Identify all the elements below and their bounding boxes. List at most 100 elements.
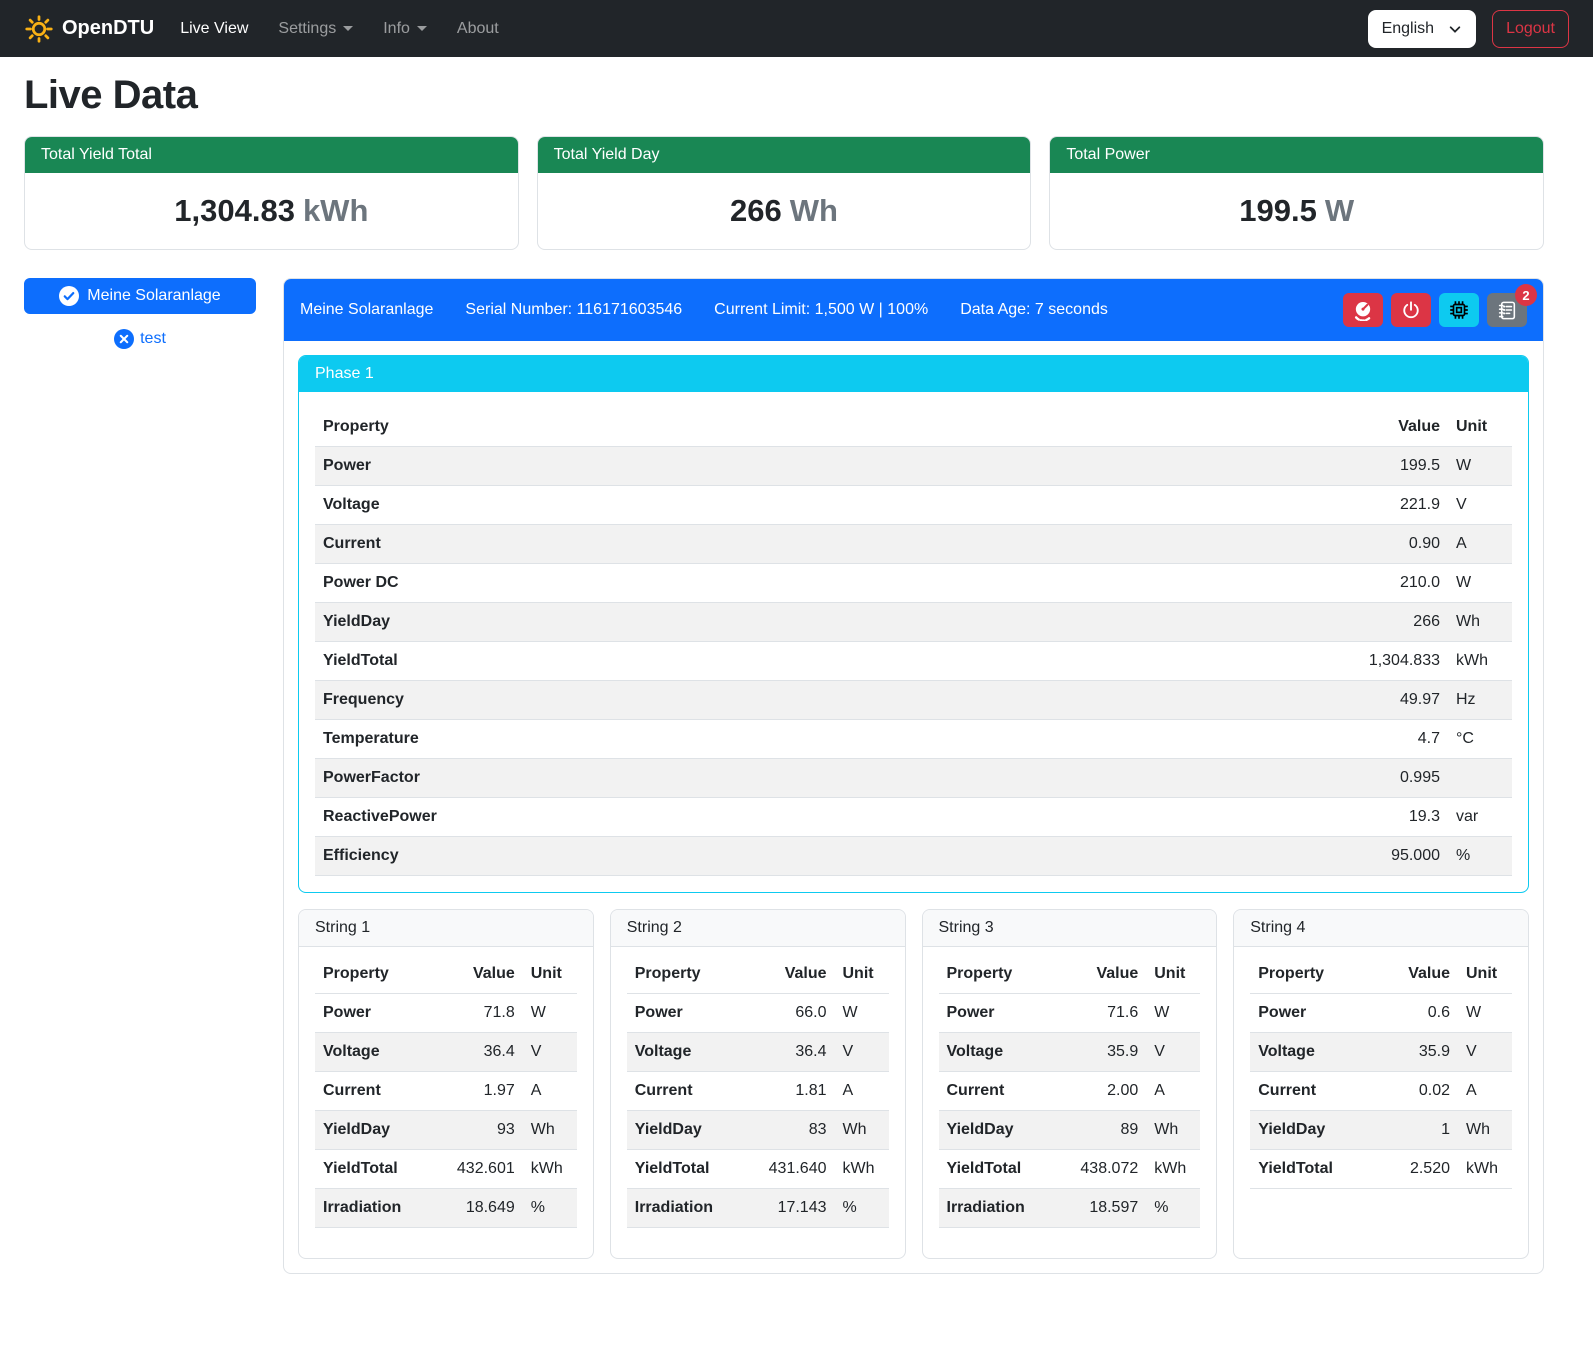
column-unit: Unit [1146,955,1200,994]
total-yield-total-unit: kWh [303,193,368,228]
card-total-yield-day: Total Yield Day 266Wh [537,136,1032,250]
check-circle-icon [59,286,79,306]
string-title: String 4 [1234,910,1528,947]
phase-body: Property Value Unit Power199.5WVoltage22… [299,392,1528,892]
table-row: YieldDay83Wh [627,1111,889,1150]
sidebar-item-label: Meine Solaranlage [87,287,220,305]
total-power-value: 199.5 [1239,193,1317,228]
column-property: Property [315,955,431,994]
card-body: 1,304.83kWh [25,173,518,249]
table-row: Voltage36.4V [627,1033,889,1072]
limit-settings-button[interactable] [1343,293,1383,327]
phase-table: Property Value Unit Power199.5WVoltage22… [315,408,1512,876]
language-select[interactable]: English [1368,10,1476,48]
table-row: Voltage221.9V [315,486,1512,525]
table-row: ReactivePower19.3var [315,798,1512,837]
column-value: Value [431,955,523,994]
table-row: Current2.00A [939,1072,1201,1111]
table-header-row: Property Value Unit [1250,955,1512,994]
table-header-row: Property Value Unit [627,955,889,994]
column-unit: Unit [1458,955,1512,994]
string-2-table: Property Value Unit Power66.0WVoltage36.… [627,955,889,1228]
card-body: 199.5W [1050,173,1543,249]
table-row: Current0.90A [315,525,1512,564]
page: OpenDTU Live View Settings Info About En… [0,0,1593,1274]
inverter-actions: 2 [1343,293,1527,327]
table-row: YieldDay93Wh [315,1111,577,1150]
power-button[interactable] [1391,293,1431,327]
inverter-name: Meine Solaranlage [300,301,433,319]
nav-live-view[interactable]: Live View [180,20,248,38]
power-icon [1401,300,1421,320]
summary-cards: Total Yield Total 1,304.83kWh Total Yiel… [24,136,1544,250]
table-row: Voltage35.9V [1250,1033,1512,1072]
column-unit: Unit [523,955,577,994]
column-value: Value [743,955,835,994]
nav-about[interactable]: About [457,20,499,38]
string-title: String 3 [923,910,1217,947]
main-container: Live Data Total Yield Total 1,304.83kWh … [24,73,1544,1274]
phase-card: Phase 1 Property Value Unit [298,355,1529,893]
sidebar-item-label: test [140,330,166,348]
string-4-card: String 4 Property Value Unit [1233,909,1529,1259]
phase-title: Phase 1 [299,356,1528,392]
page-title: Live Data [24,73,1544,118]
string-1-table: Property Value Unit Power71.8WVoltage36.… [315,955,577,1228]
column-value: Value [1366,955,1458,994]
language-value: English [1382,20,1434,38]
chevron-down-icon [417,26,427,31]
device-info-button[interactable] [1439,293,1479,327]
table-row: PowerFactor0.995 [315,759,1512,798]
string-4-table: Property Value Unit Power0.6WVoltage35.9… [1250,955,1512,1189]
string-title: String 2 [611,910,905,947]
table-header-row: Property Value Unit [315,955,577,994]
inverter-data-age: Data Age: 7 seconds [960,301,1108,319]
table-row: Irradiation18.649% [315,1189,577,1228]
nav-settings[interactable]: Settings [278,20,353,38]
inverter-panel: Meine Solaranlage Serial Number: 1161716… [283,278,1544,1274]
string-3-card: String 3 Property Value Unit [922,909,1218,1259]
table-row: YieldTotal1,304.833kWh [315,642,1512,681]
card-title: Total Yield Day [538,137,1031,173]
table-row: Current1.81A [627,1072,889,1111]
sidebar-item-meine-solaranlage[interactable]: Meine Solaranlage [24,278,256,314]
card-title: Total Power [1050,137,1543,173]
string-1-card: String 1 Property Value Unit [298,909,594,1259]
card-total-power: Total Power 199.5W [1049,136,1544,250]
logout-button[interactable]: Logout [1492,10,1569,48]
nav-info[interactable]: Info [383,20,427,38]
total-yield-total-value: 1,304.83 [174,193,295,228]
sidebar-item-test[interactable]: test [24,329,256,349]
total-power-unit: W [1325,193,1354,228]
brand[interactable]: OpenDTU [24,14,154,44]
table-header-row: Property Value Unit [939,955,1201,994]
event-log-button[interactable]: 2 [1487,293,1527,327]
table-row: Temperature4.7°C [315,720,1512,759]
column-property: Property [1250,955,1366,994]
total-yield-day-unit: Wh [790,193,838,228]
card-body: 266Wh [538,173,1031,249]
journal-icon [1497,300,1518,321]
top-navbar: OpenDTU Live View Settings Info About En… [0,0,1593,57]
table-row: Power DC210.0W [315,564,1512,603]
string-3-table: Property Value Unit Power71.6WVoltage35.… [939,955,1201,1228]
string-title: String 1 [299,910,593,947]
cpu-icon [1448,299,1470,321]
table-row: Power0.6W [1250,994,1512,1033]
table-row: Current1.97A [315,1072,577,1111]
chevron-down-icon [1448,22,1462,36]
table-row: Irradiation18.597% [939,1189,1201,1228]
table-row: Current0.02A [1250,1072,1512,1111]
chevron-down-icon [343,26,353,31]
table-row: YieldTotal438.072kWh [939,1150,1201,1189]
table-row: YieldDay1Wh [1250,1111,1512,1150]
inverter-panel-header: Meine Solaranlage Serial Number: 1161716… [284,279,1543,341]
table-row: Irradiation17.143% [627,1189,889,1228]
column-property: Property [627,955,743,994]
table-row: YieldDay266Wh [315,603,1512,642]
table-row: Efficiency95.000% [315,837,1512,876]
gauge-icon [1352,299,1374,321]
string-2-card: String 2 Property Value Unit [610,909,906,1259]
table-header-row: Property Value Unit [315,408,1512,447]
table-row: Frequency49.97Hz [315,681,1512,720]
